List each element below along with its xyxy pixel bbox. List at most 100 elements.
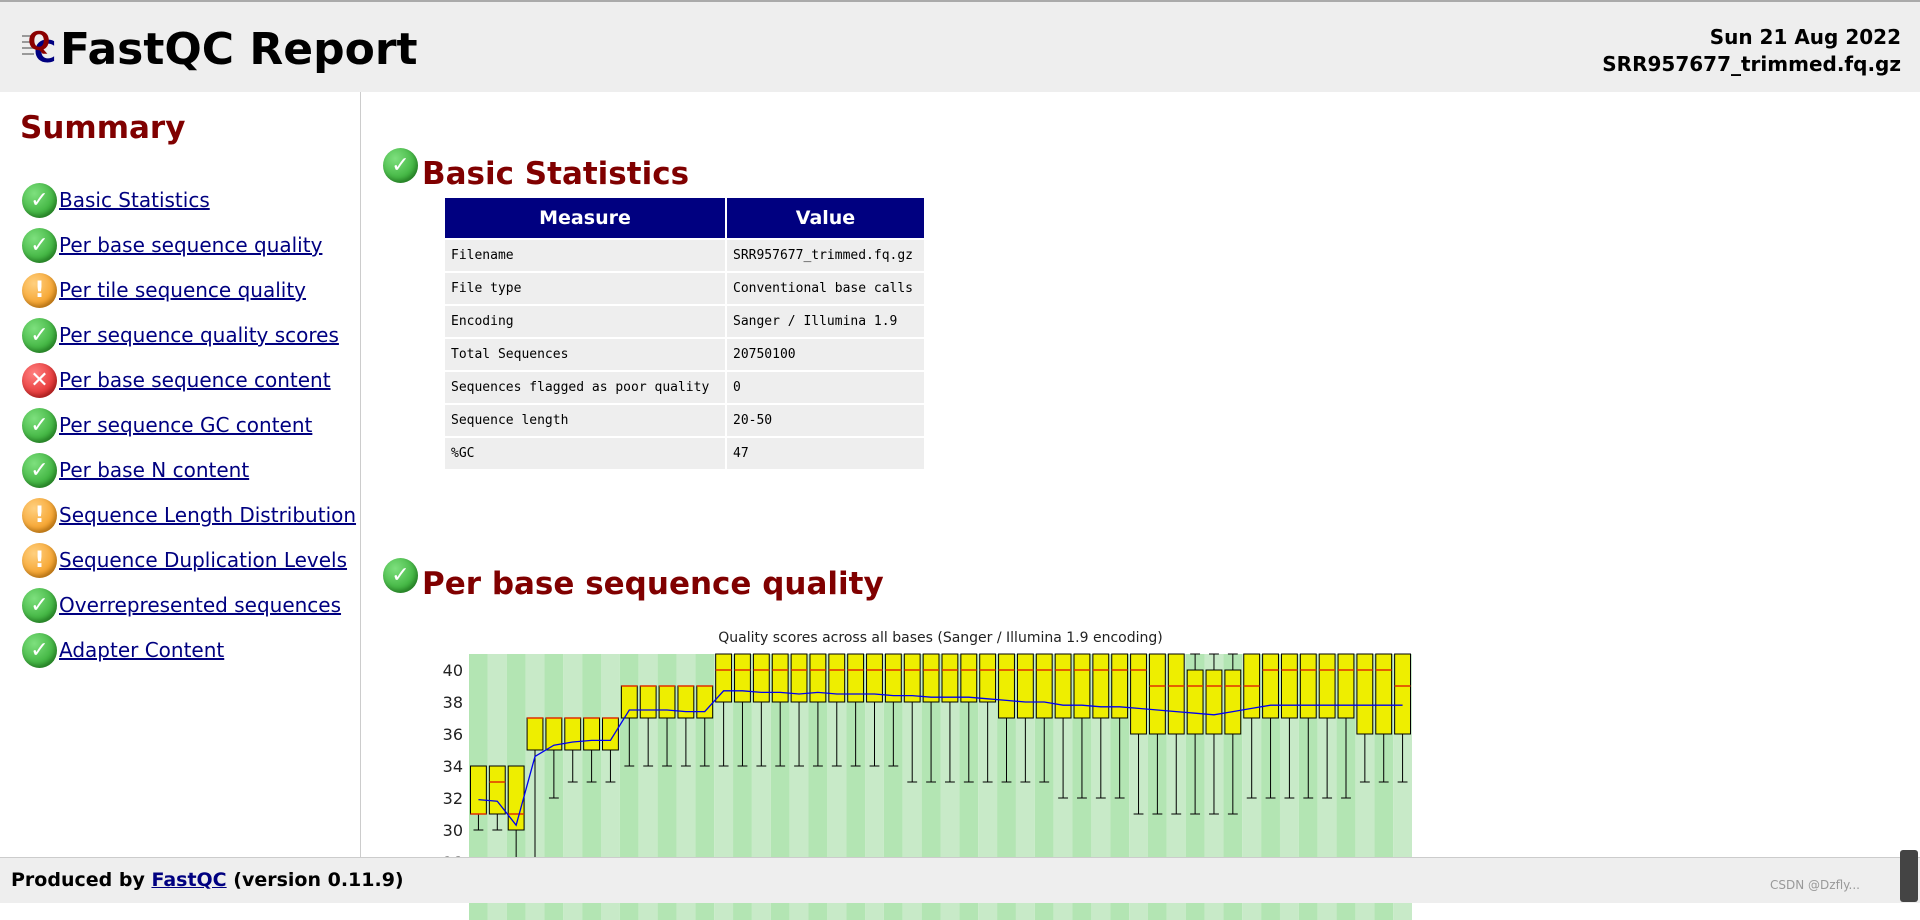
value-cell: 47 bbox=[727, 438, 924, 469]
quality-box bbox=[1224, 669, 1242, 735]
pass-icon: ✓ bbox=[383, 558, 418, 593]
quality-box bbox=[1148, 653, 1166, 735]
svg-text:Q: Q bbox=[28, 27, 50, 57]
sidebar-link[interactable]: Basic Statistics bbox=[59, 188, 210, 212]
table-row: Total Sequences 20750100 bbox=[445, 339, 924, 370]
warn-icon: ! bbox=[22, 497, 57, 533]
measure-cell: Sequences flagged as poor quality bbox=[445, 372, 725, 403]
sidebar-item[interactable]: ✓ Per base N content bbox=[22, 450, 249, 490]
quality-box bbox=[1280, 653, 1298, 719]
report-date: Sun 21 Aug 2022 bbox=[1709, 25, 1901, 49]
pass-icon: ✓ bbox=[22, 632, 57, 668]
quality-box bbox=[507, 765, 525, 831]
quality-box bbox=[1299, 653, 1317, 719]
pass-icon: ✓ bbox=[22, 227, 57, 263]
quality-box bbox=[696, 685, 714, 719]
quality-box bbox=[1167, 653, 1185, 735]
measure-cell: Sequence length bbox=[445, 405, 725, 436]
report-title: FastQC Report bbox=[60, 24, 418, 75]
y-tick-label: 36 bbox=[443, 725, 463, 744]
quality-box bbox=[1092, 653, 1110, 719]
table-row: File type Conventional base calls bbox=[445, 273, 924, 304]
sidebar-item[interactable]: ✓ Per sequence quality scores bbox=[22, 315, 339, 355]
quality-box bbox=[526, 717, 544, 751]
quality-box bbox=[941, 653, 959, 703]
quality-box bbox=[583, 717, 601, 751]
sidebar-item[interactable]: ✓ Basic Statistics bbox=[22, 180, 210, 220]
y-tick-label: 30 bbox=[443, 821, 463, 840]
measure-cell: %GC bbox=[445, 438, 725, 469]
sidebar-link[interactable]: Per base N content bbox=[59, 458, 249, 482]
quality-box bbox=[639, 685, 657, 719]
sidebar-item[interactable]: ! Sequence Duplication Levels bbox=[22, 540, 347, 580]
watermark: CSDN @Dzfly... bbox=[1770, 878, 1860, 892]
pass-icon: ✓ bbox=[22, 587, 57, 623]
quality-box bbox=[847, 653, 865, 703]
sidebar-link[interactable]: Per base sequence quality bbox=[59, 233, 322, 257]
y-tick-label: 34 bbox=[443, 757, 463, 776]
quality-box bbox=[715, 653, 733, 703]
measure-cell: Filename bbox=[445, 240, 725, 271]
fastqc-link[interactable]: FastQC bbox=[151, 869, 226, 891]
scroll-widget[interactable] bbox=[1900, 850, 1918, 902]
quality-box bbox=[470, 765, 487, 815]
pass-icon: ✓ bbox=[22, 182, 57, 218]
quality-box bbox=[809, 653, 827, 703]
pass-icon: ✓ bbox=[22, 317, 57, 353]
sidebar-item[interactable]: ✓ Overrepresented sequences bbox=[22, 585, 341, 625]
sidebar-link[interactable]: Sequence Length Distribution bbox=[59, 503, 356, 527]
warn-icon: ! bbox=[22, 272, 57, 308]
basic-statistics-table: Measure Value Filename SRR957677_trimmed.… bbox=[443, 196, 926, 471]
quality-box bbox=[979, 653, 997, 703]
quality-box bbox=[1337, 653, 1355, 719]
y-tick-label: 40 bbox=[443, 661, 463, 680]
quality-box bbox=[1205, 669, 1223, 735]
quality-box bbox=[1186, 669, 1204, 735]
value-cell: SRR957677_trimmed.fq.gz bbox=[727, 240, 924, 271]
quality-box bbox=[1375, 653, 1393, 735]
footer: Produced by FastQC (version 0.11.9) CSDN… bbox=[0, 850, 1920, 903]
sidebar-link[interactable]: Per sequence quality scores bbox=[59, 323, 339, 347]
sidebar-item[interactable]: ✓ Per sequence GC content bbox=[22, 405, 312, 445]
value-cell: Conventional base calls bbox=[727, 273, 924, 304]
pass-icon: ✓ bbox=[383, 148, 418, 183]
quality-box bbox=[488, 765, 506, 815]
table-row: Filename SRR957677_trimmed.fq.gz bbox=[445, 240, 924, 271]
quality-box bbox=[998, 653, 1015, 719]
sidebar-link[interactable]: Overrepresented sequences bbox=[59, 593, 341, 617]
value-cell: Sanger / Illumina 1.9 bbox=[727, 306, 924, 337]
sidebar-item[interactable]: ✓ Adapter Content bbox=[22, 630, 224, 670]
table-row: Encoding Sanger / Illumina 1.9 bbox=[445, 306, 924, 337]
quality-box bbox=[1394, 653, 1412, 735]
value-cell: 0 bbox=[727, 372, 924, 403]
sidebar-item[interactable]: ✕ Per base sequence content bbox=[22, 360, 331, 400]
quality-box bbox=[828, 653, 846, 703]
quality-box bbox=[677, 685, 695, 719]
sidebar-link[interactable]: Per base sequence content bbox=[59, 368, 331, 392]
sidebar-link[interactable]: Per sequence GC content bbox=[59, 413, 312, 437]
quality-box bbox=[1111, 653, 1129, 719]
sidebar-item[interactable]: ! Sequence Length Distribution bbox=[22, 495, 356, 535]
quality-box bbox=[1262, 653, 1279, 719]
table-row: Sequences flagged as poor quality 0 bbox=[445, 372, 924, 403]
quality-box bbox=[602, 717, 619, 751]
basic-statistics-heading: Basic Statistics bbox=[422, 156, 690, 192]
measure-cell: File type bbox=[445, 273, 725, 304]
sidebar-link[interactable]: Per tile sequence quality bbox=[59, 278, 306, 302]
quality-box bbox=[790, 653, 808, 703]
pass-icon: ✓ bbox=[22, 407, 57, 443]
pass-icon: ✓ bbox=[22, 452, 57, 488]
quality-box bbox=[734, 653, 751, 703]
per-base-quality-heading: Per base sequence quality bbox=[422, 566, 884, 602]
sidebar-item[interactable]: ! Per tile sequence quality bbox=[22, 270, 306, 310]
quality-box bbox=[1035, 653, 1053, 719]
y-tick-label: 38 bbox=[443, 693, 463, 712]
report-filename: SRR957677_trimmed.fq.gz bbox=[1602, 52, 1901, 76]
fail-icon: ✕ bbox=[22, 362, 57, 398]
footer-prefix: Produced by bbox=[11, 869, 152, 891]
value-cell: 20-50 bbox=[727, 405, 924, 436]
sidebar-item[interactable]: ✓ Per base sequence quality bbox=[22, 225, 322, 265]
sidebar-link[interactable]: Adapter Content bbox=[59, 638, 224, 662]
sidebar-link[interactable]: Sequence Duplication Levels bbox=[59, 548, 347, 572]
quality-box bbox=[752, 653, 770, 703]
